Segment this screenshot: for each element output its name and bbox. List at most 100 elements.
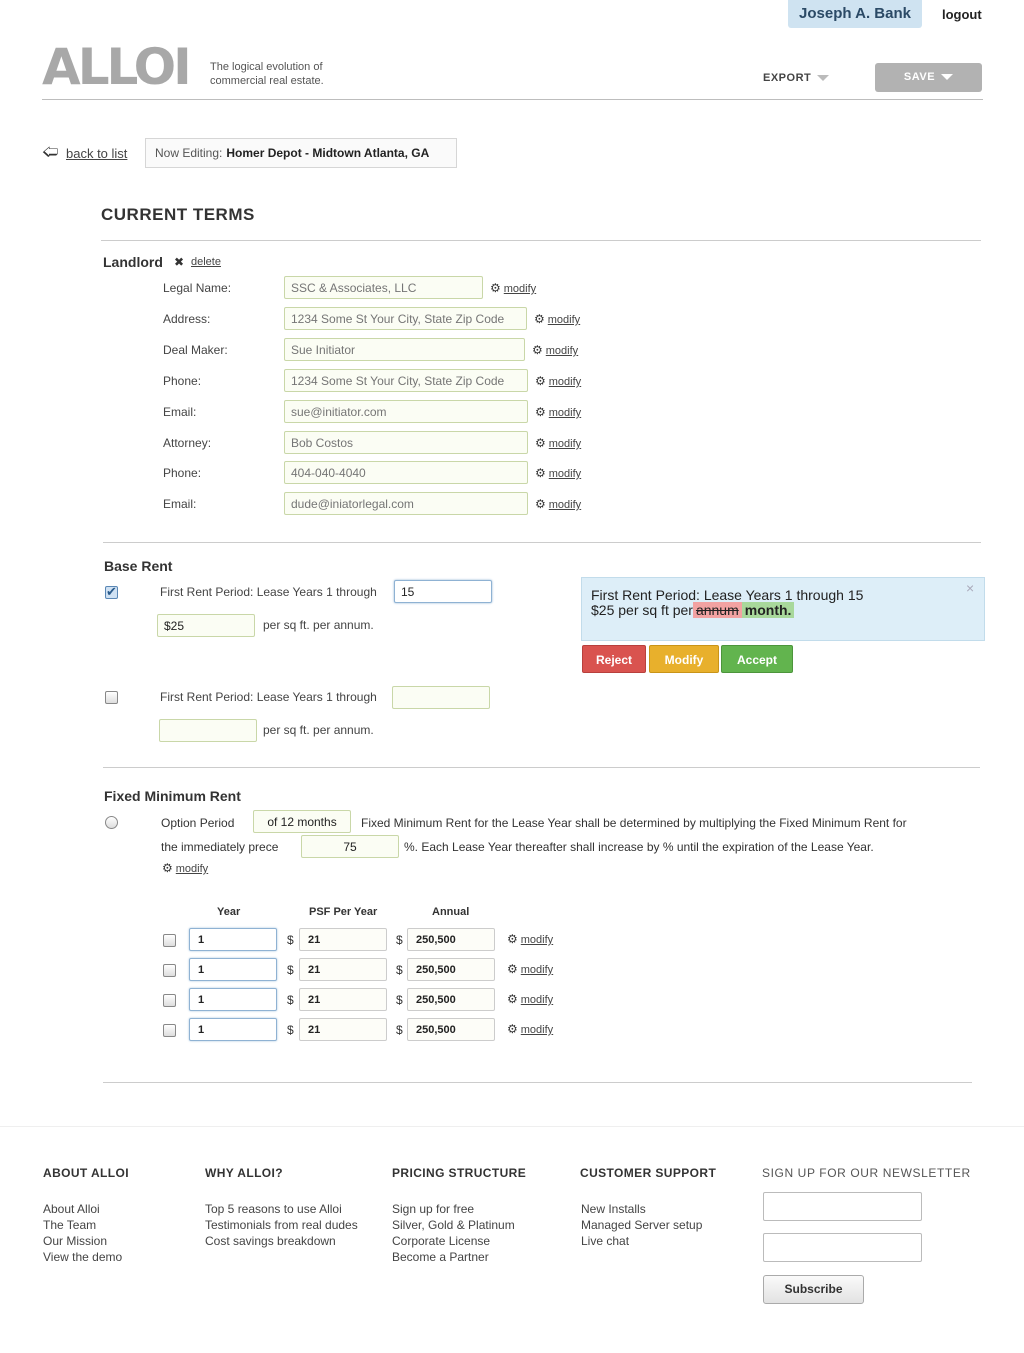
rent-period-input-2[interactable] (392, 686, 490, 709)
row-checkbox[interactable] (163, 994, 176, 1007)
row-checkbox[interactable] (163, 1024, 176, 1037)
save-label: SAVE (903, 71, 936, 83)
landlord-field-input[interactable] (284, 431, 528, 454)
psf-input[interactable] (299, 1018, 387, 1041)
option-period-label: Option Period (161, 816, 235, 830)
landlord-field-input[interactable] (284, 307, 527, 330)
back-arrow-icon[interactable]: 🢠 (42, 145, 58, 161)
landlord-field-input[interactable] (284, 338, 525, 361)
modify-label: modify (520, 994, 554, 1006)
landlord-field-input[interactable] (284, 461, 528, 484)
rent-unit-label: per sq ft. per annum. (263, 618, 374, 632)
base-rent-checkbox-1[interactable] (105, 584, 118, 600)
year-input[interactable] (189, 988, 277, 1011)
modify-link[interactable]: ⚙ modify (535, 405, 581, 419)
footer-link[interactable]: Sign up for free (392, 1201, 515, 1217)
newsletter-name-input[interactable] (763, 1192, 922, 1221)
modify-link[interactable]: ⚙ modify (535, 497, 581, 511)
modify-link[interactable]: ⚙ modify (535, 466, 581, 480)
annual-input[interactable] (407, 988, 495, 1011)
footer-link[interactable]: About Alloi (43, 1201, 122, 1217)
annual-input[interactable] (407, 928, 495, 951)
gear-icon: ⚙ (535, 374, 546, 388)
base-rent-checkbox-2[interactable] (105, 691, 118, 704)
modify-link[interactable]: ⚙ modify (507, 962, 553, 976)
modify-link[interactable]: ⚙ modify (534, 312, 580, 326)
rent-amount-input[interactable] (157, 614, 255, 637)
modify-button[interactable]: Modify (649, 645, 719, 673)
modify-link[interactable]: ⚙ modify (507, 992, 553, 1006)
percentage-input[interactable] (301, 835, 399, 858)
rent-period-input[interactable] (394, 580, 492, 603)
reject-button[interactable]: Reject (582, 645, 646, 673)
user-name[interactable]: Joseph A. Bank (788, 0, 922, 28)
option-period-input[interactable] (253, 810, 351, 833)
footer-link[interactable]: The Team (43, 1217, 122, 1233)
rent-amount-input-2[interactable] (159, 719, 257, 742)
landlord-field-input[interactable] (284, 369, 528, 392)
footer-link[interactable]: New Installs (581, 1201, 702, 1217)
modify-link[interactable]: ⚙ modify (162, 861, 208, 875)
footer-pricing-links: Sign up for free Silver, Gold & Platinum… (392, 1201, 515, 1265)
logo: ALLOI (42, 38, 192, 96)
delete-landlord-link[interactable]: delete (191, 256, 221, 268)
footer-link[interactable]: Managed Server setup (581, 1217, 702, 1233)
save-button[interactable]: SAVE (875, 63, 982, 92)
footer-link[interactable]: Cost savings breakdown (205, 1233, 358, 1249)
psf-input[interactable] (299, 958, 387, 981)
modify-link[interactable]: ⚙ modify (535, 436, 581, 450)
footer-link[interactable]: View the demo (43, 1249, 122, 1265)
section-divider (103, 767, 980, 768)
modify-label: modify (520, 1024, 554, 1036)
year-input[interactable] (189, 928, 277, 951)
psf-input[interactable] (299, 928, 387, 951)
gear-icon: ⚙ (507, 962, 518, 976)
footer-link[interactable]: Our Mission (43, 1233, 122, 1249)
gear-icon: ⚙ (490, 281, 501, 295)
newsletter-email-input[interactable] (763, 1233, 922, 1262)
rent-unit-label-2: per sq ft. per annum. (263, 723, 374, 737)
close-icon[interactable]: × (966, 580, 974, 596)
footer-link[interactable]: Testimonials from real dudes (205, 1217, 358, 1233)
modify-link[interactable]: ⚙ modify (507, 932, 553, 946)
modify-link[interactable]: ⚙ modify (490, 281, 536, 295)
section-divider (101, 240, 981, 241)
back-to-list-link[interactable]: back to list (66, 146, 127, 161)
col-year: Year (217, 906, 241, 918)
accept-button[interactable]: Accept (721, 645, 793, 673)
footer-link[interactable]: Silver, Gold & Platinum (392, 1217, 515, 1233)
annual-input[interactable] (407, 958, 495, 981)
field-label: Phone: (163, 374, 202, 388)
inserted-text: month. (741, 602, 795, 618)
gear-icon: ⚙ (535, 497, 546, 511)
footer-support-links: New Installs Managed Server setup Live c… (581, 1201, 702, 1249)
footer-link[interactable]: Become a Partner (392, 1249, 515, 1265)
field-label: Phone: (163, 466, 202, 480)
landlord-field-input[interactable] (284, 276, 483, 299)
gear-icon: ⚙ (535, 466, 546, 480)
row-checkbox[interactable] (163, 964, 176, 977)
fixed-rent-sentence-a: Fixed Minimum Rent for the Lease Year sh… (361, 816, 907, 830)
footer-link[interactable]: Live chat (581, 1233, 702, 1249)
close-icon[interactable]: ✖ (174, 255, 184, 269)
gear-icon: ⚙ (535, 405, 546, 419)
footer-link[interactable]: Top 5 reasons to use Alloi (205, 1201, 358, 1217)
modify-link[interactable]: ⚙ modify (535, 374, 581, 388)
year-input[interactable] (189, 1018, 277, 1041)
modify-link[interactable]: ⚙ modify (507, 1022, 553, 1036)
modify-link[interactable]: ⚙ modify (532, 343, 578, 357)
page-title: CURRENT TERMS (101, 205, 255, 224)
year-input[interactable] (189, 958, 277, 981)
psf-input[interactable] (299, 988, 387, 1011)
fixed-min-rent-radio[interactable] (105, 816, 118, 829)
modify-label: modify (503, 283, 537, 295)
export-dropdown[interactable]: EXPORT (763, 72, 830, 84)
modify-label: modify (520, 964, 554, 976)
row-checkbox[interactable] (163, 934, 176, 947)
landlord-field-input[interactable] (284, 400, 528, 423)
landlord-field-input[interactable] (284, 492, 528, 515)
subscribe-button[interactable]: Subscribe (763, 1275, 864, 1304)
annual-input[interactable] (407, 1018, 495, 1041)
logout-link[interactable]: logout (942, 7, 982, 22)
footer-link[interactable]: Corporate License (392, 1233, 515, 1249)
